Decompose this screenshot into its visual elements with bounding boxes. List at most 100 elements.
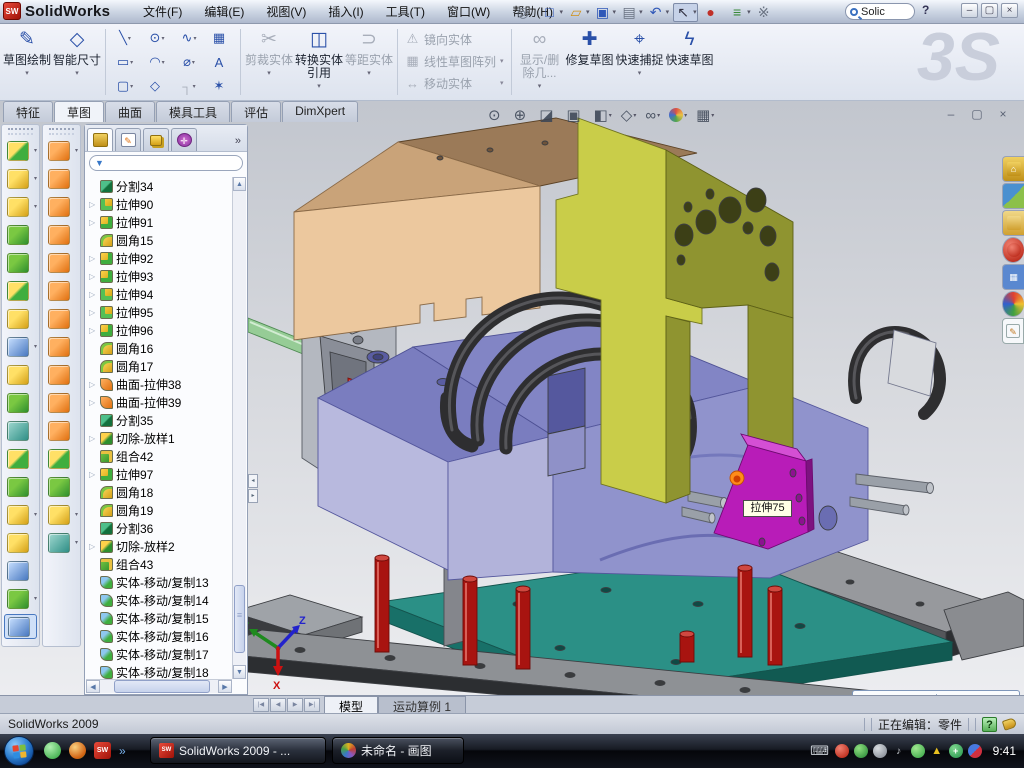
quick-launch-chevron[interactable]: »: [119, 744, 126, 758]
sketch-button[interactable]: ✎ 草图绘制 ▾: [2, 25, 52, 97]
view-settings-icon[interactable]: ▣▾: [566, 106, 584, 124]
taskpane-appearances-tab[interactable]: [1002, 291, 1024, 317]
feature-tree-item[interactable]: ▷ 圆角15: [87, 231, 232, 249]
dropdown-caret-icon[interactable]: ▾: [666, 8, 670, 16]
tab-sketch[interactable]: 草图: [54, 101, 104, 122]
pin-icon[interactable]: ◎▾: [514, 4, 537, 21]
scrollbar-thumb[interactable]: [234, 585, 245, 653]
menu-view[interactable]: 视图(V): [255, 0, 317, 23]
surface-tool-button[interactable]: ▾: [45, 418, 78, 443]
tray-app-icon[interactable]: [968, 744, 982, 758]
dropdown-caret-icon[interactable]: ▾: [267, 67, 271, 80]
dropdown-caret-icon[interactable]: ▾: [34, 511, 37, 518]
feature-tree-item[interactable]: ▷ 切除-放样2: [87, 537, 232, 555]
circle-tool[interactable]: ⊙▾: [141, 26, 173, 50]
surface-tool-button[interactable]: ▾: [45, 502, 78, 527]
taskpane-custom-properties-tab[interactable]: ✎: [1002, 318, 1024, 344]
expand-arrow-icon[interactable]: ▷: [89, 218, 97, 227]
dropdown-caret-icon[interactable]: ▾: [75, 147, 78, 154]
tab-features[interactable]: 特征: [3, 101, 53, 122]
taskpane-view-palette-tab[interactable]: ▦: [1002, 264, 1024, 290]
dropdown-caret-icon[interactable]: ▾: [34, 147, 37, 154]
configurationmanager-tab[interactable]: [143, 128, 169, 151]
dropdown-caret-icon[interactable]: ▾: [711, 112, 714, 119]
quick-tips-help-icon[interactable]: ?: [982, 717, 997, 732]
appearances-icon[interactable]: ▾: [669, 108, 687, 122]
quick-snaps-button[interactable]: ⌖ 快速捕捉 ▾: [615, 25, 665, 97]
taskpane-resources-tab[interactable]: ⌂: [1002, 156, 1024, 182]
search-input[interactable]: Solic: [861, 6, 885, 18]
taskpane-search-tab[interactable]: [1002, 237, 1024, 263]
expand-arrow-icon[interactable]: ▷: [89, 326, 97, 335]
feature-tool-button[interactable]: ▾: [4, 334, 37, 359]
taskpane-file-explorer-tab[interactable]: [1002, 210, 1024, 236]
dropdown-caret-icon[interactable]: ▾: [193, 83, 196, 90]
model-canvas[interactable]: Y Z X: [248, 101, 1024, 695]
expand-arrow-icon[interactable]: ▷: [89, 434, 97, 443]
tray-warning-icon[interactable]: ▲: [930, 744, 944, 758]
tab-overflow-button[interactable]: »: [235, 135, 245, 151]
tray-sync-icon[interactable]: [911, 744, 925, 758]
section-view-icon[interactable]: ◪▾: [539, 106, 557, 124]
dropdown-caret-icon[interactable]: ▾: [500, 79, 504, 87]
help-button[interactable]: ?: [922, 3, 929, 17]
feature-tree-item[interactable]: ▷ 拉伸96: [87, 321, 232, 339]
tab-motion-study-1[interactable]: 运动算例 1: [378, 696, 466, 713]
feature-tree-item[interactable]: ▷ 组合42: [87, 447, 232, 465]
splitter-expand-button[interactable]: ▸: [248, 489, 258, 503]
dropdown-caret-icon[interactable]: ▾: [638, 67, 642, 80]
tray-antivirus-icon[interactable]: [854, 744, 868, 758]
feature-tool-button[interactable]: ▾: [4, 250, 37, 275]
surface-tool-button[interactable]: ▾: [45, 446, 78, 471]
rebuild-traffic-light-icon[interactable]: ●▾: [702, 4, 725, 20]
tray-keyboard-icon[interactable]: ⌨: [810, 744, 830, 758]
dimxpertmanager-tab[interactable]: ✛: [171, 128, 197, 151]
dropdown-caret-icon[interactable]: ▾: [538, 80, 542, 93]
tag-icon[interactable]: [1002, 717, 1017, 731]
tray-security-alert-icon[interactable]: [835, 744, 849, 758]
task-button-solidworks[interactable]: SW SolidWorks 2009 - ...: [150, 737, 326, 764]
feature-tool-button[interactable]: ▾: [4, 222, 37, 247]
feature-tool-button[interactable]: ▾: [4, 390, 37, 415]
dropdown-caret-icon[interactable]: ▾: [75, 511, 78, 518]
dropdown-caret-icon[interactable]: ▾: [34, 175, 37, 182]
tree-vertical-scrollbar[interactable]: ▲ ▼: [232, 177, 246, 679]
feature-tree-item[interactable]: ▷ 拉伸93: [87, 267, 232, 285]
expand-arrow-icon[interactable]: ▷: [89, 380, 97, 389]
scroll-right-button[interactable]: ▶: [218, 680, 232, 693]
menu-edit[interactable]: 编辑(E): [193, 0, 255, 23]
dropdown-caret-icon[interactable]: ▾: [34, 203, 37, 210]
feature-tree-item[interactable]: ▷ 曲面-拉伸39: [87, 393, 232, 411]
undo-icon[interactable]: ↶▾: [647, 4, 670, 21]
tray-update-icon[interactable]: [873, 744, 887, 758]
smart-dimension-button[interactable]: ◇ 智能尺寸 ▾: [52, 25, 102, 97]
scene-icon[interactable]: ▦▾: [696, 106, 714, 124]
tab-scroll-next-button[interactable]: ▶: [287, 698, 303, 712]
feature-tree-item[interactable]: ▷ 拉伸97: [87, 465, 232, 483]
doc-minimize-button[interactable]: –: [942, 107, 960, 121]
dropdown-caret-icon[interactable]: ▾: [747, 8, 751, 16]
feature-tree-item[interactable]: ▷ 圆角18: [87, 483, 232, 501]
tab-evaluate[interactable]: 评估: [231, 101, 281, 122]
dropdown-caret-icon[interactable]: ▾: [367, 67, 371, 80]
feature-tree-item[interactable]: ▷ 拉伸95: [87, 303, 232, 321]
dropdown-caret-icon[interactable]: ▾: [34, 595, 37, 602]
repair-sketch-button[interactable]: ✚ 修复草图 ▾: [565, 25, 615, 97]
tab-mold-tools[interactable]: 模具工具: [156, 101, 230, 122]
task-button-paint[interactable]: 未命名 - 画图: [332, 737, 464, 764]
select-icon[interactable]: ↖▾: [673, 3, 698, 22]
surface-tool-button[interactable]: ▾: [45, 362, 78, 387]
expand-arrow-icon[interactable]: ▷: [89, 254, 97, 263]
surface-tool-button[interactable]: ▾: [45, 194, 78, 219]
surface-tool-button[interactable]: ▾: [45, 334, 78, 359]
dropdown-caret-icon[interactable]: ▾: [317, 80, 321, 93]
taskpane-design-library-tab[interactable]: [1002, 183, 1024, 209]
menu-window[interactable]: 窗口(W): [436, 0, 501, 23]
save-icon[interactable]: ▣▾: [594, 4, 617, 21]
feature-tree-item[interactable]: ▷ 组合43: [87, 555, 232, 573]
dropdown-caret-icon[interactable]: ▾: [693, 8, 697, 16]
feature-tree-item[interactable]: ▷ 实体-移动/复制17: [87, 645, 232, 663]
move-entities-button[interactable]: ↔ 移动实体 ▾: [401, 72, 508, 94]
options-list-icon[interactable]: ≡▾: [728, 4, 751, 20]
feature-tree-item[interactable]: ▷ 切除-放样1: [87, 429, 232, 447]
